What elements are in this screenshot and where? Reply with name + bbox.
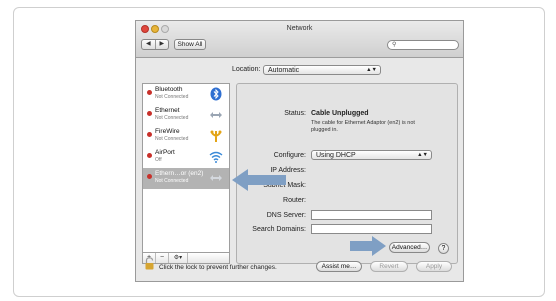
search-icon: ⚲: [392, 42, 397, 48]
callout-arrow-right-icon: [350, 236, 386, 256]
status-dot-icon: [147, 111, 152, 116]
status-label: Status:: [284, 110, 306, 117]
ethernet-arrows-icon: [210, 175, 222, 181]
service-name: Bluetooth: [155, 86, 183, 93]
router-label: Router:: [283, 197, 306, 204]
status-value: Cable Unplugged: [311, 110, 369, 117]
title-bar: Network ◀ ▶ Show All ⚲: [136, 21, 463, 58]
service-status: Off: [155, 157, 162, 163]
lock-text: Click the lock to prevent further change…: [159, 264, 277, 271]
help-button[interactable]: ?: [438, 243, 449, 254]
network-window: Network ◀ ▶ Show All ⚲ Location: Automat…: [135, 20, 464, 282]
dns-server-label: DNS Server:: [266, 212, 306, 219]
back-button[interactable]: ◀: [142, 40, 156, 49]
status-dot-icon: [147, 153, 152, 158]
service-name: Ethernet: [155, 107, 180, 114]
location-select[interactable]: Automatic ▲▼: [263, 65, 381, 75]
lock-icon[interactable]: [145, 257, 154, 270]
service-item-firewire[interactable]: FireWire Not Connected: [143, 126, 229, 147]
service-status: Not Connected: [155, 136, 189, 142]
configure-label: Configure:: [273, 152, 306, 159]
service-item-bluetooth[interactable]: Bluetooth Not Connected: [143, 84, 229, 105]
service-item-ethernet[interactable]: Ethernet Not Connected: [143, 105, 229, 126]
service-name: Ethern…or (en2): [155, 170, 204, 177]
service-list-controls: + − ⚙▾: [142, 252, 230, 264]
nav-buttons: ◀ ▶: [141, 39, 169, 50]
dns-server-field[interactable]: [311, 210, 432, 220]
ethernet-arrows-icon: [210, 112, 222, 118]
configure-value: Using DHCP: [316, 152, 356, 159]
service-status: Not Connected: [155, 94, 189, 100]
location-label: Location:: [232, 66, 261, 73]
gear-menu-button[interactable]: ⚙▾: [169, 253, 188, 263]
wifi-icon: [209, 151, 223, 163]
show-all-button[interactable]: Show All: [174, 39, 206, 50]
service-list[interactable]: Bluetooth Not Connected Ethernet Not Con…: [142, 83, 230, 253]
service-item-airport[interactable]: AirPort Off: [143, 147, 229, 168]
service-name: AirPort: [155, 149, 175, 156]
select-arrows-icon: ▲▼: [417, 152, 428, 158]
status-dot-icon: [147, 132, 152, 137]
apply-button[interactable]: Apply: [416, 261, 452, 272]
forward-button[interactable]: ▶: [156, 40, 169, 49]
location-value: Automatic: [268, 67, 300, 74]
remove-service-button[interactable]: −: [156, 253, 169, 263]
configure-select[interactable]: Using DHCP ▲▼: [311, 150, 432, 160]
bluetooth-icon: [210, 87, 222, 101]
service-status: Not Connected: [155, 178, 189, 184]
revert-button[interactable]: Revert: [370, 261, 408, 272]
callout-arrow-left-icon: [232, 169, 286, 191]
advanced-button[interactable]: Advanced…: [389, 242, 430, 253]
search-domains-label: Search Domains:: [252, 226, 306, 233]
assist-me-button[interactable]: Assist me…: [316, 261, 362, 272]
firewire-icon: [210, 130, 222, 142]
service-status: Not Connected: [155, 115, 189, 121]
search-field[interactable]: ⚲: [387, 40, 459, 50]
status-note: The cable for Ethernet Adaptor (en2) is …: [311, 120, 415, 133]
status-dot-icon: [147, 174, 152, 179]
search-domains-field[interactable]: [311, 224, 432, 234]
status-dot-icon: [147, 90, 152, 95]
service-name: FireWire: [155, 128, 180, 135]
service-item-ethernet-en2[interactable]: Ethern…or (en2) Not Connected: [143, 168, 229, 189]
window-title: Network: [286, 25, 313, 32]
select-arrows-icon: ▲▼: [366, 67, 377, 73]
